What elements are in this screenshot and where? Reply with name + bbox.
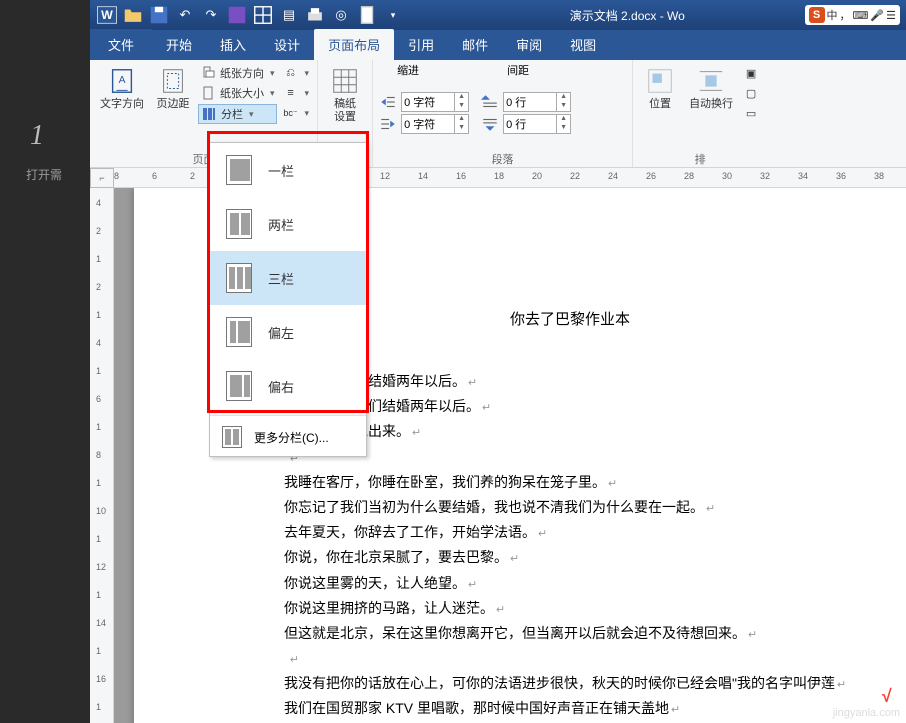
wrap-text-button[interactable]: 自动换行 [685,64,737,113]
orientation-button[interactable]: 纸张方向 [198,64,277,82]
selection-pane-button[interactable]: ▭ [741,104,761,122]
open-icon[interactable] [122,4,144,26]
left-panel-label: 打开需 [0,152,90,183]
ime-punct-icon[interactable]: ， [840,7,851,23]
text-direction-button[interactable]: A 文字方向 [96,64,148,113]
tab-review[interactable]: 审阅 [502,29,556,60]
line-numbers-button[interactable]: ≡ [281,84,312,102]
group-label-paragraph: 段落 [379,149,626,167]
columns-option-1[interactable]: 两栏 [210,197,366,251]
group-arrange: 位置 自动换行 ▣ ▢ ▭ 排 [633,60,767,167]
tab-references[interactable]: 引用 [394,29,448,60]
manuscript-grid-button[interactable]: 稿纸 设置 [324,64,366,126]
tab-file[interactable]: 文件 [90,29,152,60]
quick-access-toolbar: W ↶ ↷ ▤ ◎ ▾ [90,4,410,26]
doc-title: 你去了巴黎作业本 [284,308,856,329]
tab-mailings[interactable]: 邮件 [448,29,502,60]
spacing-header: 间距 [507,62,529,78]
word-icon[interactable]: W [96,4,118,26]
hyphenation-button[interactable]: bc⁻ [281,104,312,122]
breaks-button[interactable]: ⎌ [281,64,312,82]
ruler-corner[interactable]: ⌐ [90,168,114,188]
title-bar: W ↶ ↷ ▤ ◎ ▾ 演示文档 2.docx - Wo S 中 ， ⌨ 🎤 ☰ [90,0,906,30]
ime-mic-icon[interactable]: 🎤 [870,9,884,22]
ime-bar[interactable]: S 中 ， ⌨ 🎤 ☰ [805,5,900,25]
spacing-before-icon [481,94,499,110]
ribbon-tabs: 文件 开始 插入 设计 页面布局 引用 邮件 审阅 视图 [90,30,906,60]
group-paragraph: 缩进 间距 0 字符▲▼ 0 行▲▼ 0 字符▲▼ 0 行▲▼ 段落 [373,60,633,167]
save2-icon[interactable] [226,4,248,26]
columns-button[interactable]: 分栏 [198,104,277,124]
tab-design[interactable]: 设计 [260,29,314,60]
columns-option-2[interactable]: 三栏 [210,251,366,305]
columns-dropdown-menu: 一栏两栏三栏偏左偏右 更多分栏(C)... [209,142,367,457]
spacing-after-input[interactable]: 0 行▲▼ [503,114,571,134]
size-button[interactable]: 纸张大小 [198,84,277,102]
sogou-logo-icon: S [809,7,825,23]
columns-option-3[interactable]: 偏左 [210,305,366,359]
indent-left-icon [379,94,397,110]
tab-home[interactable]: 开始 [152,29,206,60]
redo-icon[interactable]: ↷ [200,4,222,26]
spacing-before-input[interactable]: 0 行▲▼ [503,92,571,112]
position-button[interactable]: 位置 [639,64,681,113]
tab-page-layout[interactable]: 页面布局 [314,29,394,60]
columns-option-4[interactable]: 偏右 [210,359,366,413]
indent-left-input[interactable]: 0 字符▲▼ [401,92,469,112]
preview-icon[interactable]: ◎ [330,4,352,26]
ime-menu-icon[interactable]: ☰ [886,9,896,22]
save-icon[interactable] [148,4,170,26]
ime-lang[interactable]: 中 [827,7,838,23]
tab-view[interactable]: 视图 [556,29,610,60]
new-icon[interactable] [356,4,378,26]
bring-forward-button[interactable]: ▣ [741,64,761,82]
group-label-arrange: 排 [639,149,761,167]
vertical-ruler[interactable]: 42121416181101121141161 [90,188,114,723]
qat-dropdown-icon[interactable]: ▾ [382,4,404,26]
indent-right-icon [379,116,397,132]
indent-right-input[interactable]: 0 字符▲▼ [401,114,469,134]
margins-button[interactable]: 页边距 [152,64,194,113]
thumbnail-page-number: 1 [0,120,90,152]
spacing-after-icon [481,116,499,132]
print-icon[interactable] [304,4,326,26]
columns-option-0[interactable]: 一栏 [210,143,366,197]
more-columns-item[interactable]: 更多分栏(C)... [210,418,366,456]
tab-insert[interactable]: 插入 [206,29,260,60]
undo-icon[interactable]: ↶ [174,4,196,26]
doc-body: 了了，在我们结婚两年以后。了我了，在我们结婚两年以后。，我们都没说出来。 我睡在… [284,369,856,723]
watermark: 经验啦√ jingyanla.com [833,683,900,719]
ime-keyboard-icon[interactable]: ⌨ [853,9,869,22]
send-backward-button[interactable]: ▢ [741,84,761,102]
table-icon[interactable] [252,4,274,26]
svg-text:W: W [101,8,113,22]
document-title: 演示文档 2.docx - Wo [410,7,805,24]
align-icon[interactable]: ▤ [278,4,300,26]
indent-header: 缩进 [397,62,419,78]
svg-text:A: A [119,75,126,86]
